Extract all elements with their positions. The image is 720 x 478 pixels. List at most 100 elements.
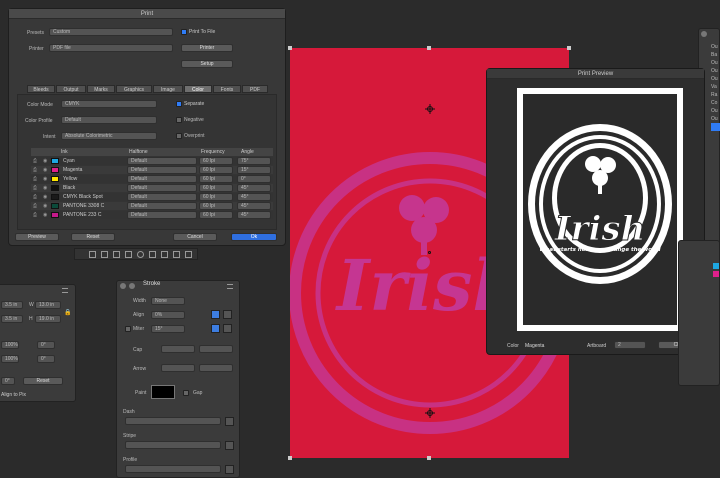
ink-row[interactable]: ⎙ ◉ PANTONE 233 C Default 60 lpi 45° <box>31 211 273 219</box>
print-toggle-icon[interactable]: ⎙ <box>33 193 37 201</box>
rotate-field[interactable]: 0° <box>37 341 55 349</box>
scale-y-field[interactable]: 100% <box>1 355 19 363</box>
tab-graphics[interactable]: Graphics <box>116 85 152 93</box>
clip-icon[interactable] <box>113 251 120 258</box>
preview-button[interactable]: Preview <box>15 233 59 241</box>
shear-field[interactable]: 0° <box>37 355 55 363</box>
new-layer-icon[interactable] <box>161 251 168 258</box>
close-icon[interactable] <box>120 283 126 289</box>
selection-handle[interactable] <box>427 46 431 50</box>
eye-icon[interactable]: ◉ <box>43 175 47 183</box>
stripe-options-icon[interactable] <box>225 441 234 450</box>
align-outside-icon[interactable] <box>223 310 232 319</box>
overprint-checkbox[interactable] <box>176 133 182 139</box>
angle-field[interactable]: 0° <box>1 377 15 385</box>
trash-icon[interactable] <box>185 251 192 258</box>
frequency-field[interactable]: 60 lpi <box>199 202 233 210</box>
color-profile-select[interactable]: Default <box>61 116 157 124</box>
cancel-button[interactable]: Cancel <box>173 233 217 241</box>
eye-icon[interactable]: ◉ <box>43 202 47 210</box>
gap-checkbox[interactable] <box>183 390 189 396</box>
angle-field[interactable]: 0° <box>237 175 271 183</box>
paint-swatch[interactable] <box>151 385 175 399</box>
tab-color[interactable]: Color <box>184 85 212 93</box>
artboard-stepper[interactable]: 2 <box>614 341 646 349</box>
color-chip[interactable] <box>713 271 719 277</box>
arrow-end-select[interactable] <box>199 364 233 372</box>
reset-button[interactable]: Reset <box>71 233 115 241</box>
eye-icon[interactable]: ◉ <box>43 166 47 174</box>
reset-button[interactable]: Reset <box>23 377 63 385</box>
presets-select[interactable]: Custom <box>49 28 173 36</box>
duplicate-icon[interactable] <box>149 251 156 258</box>
halftone-select[interactable]: Default <box>127 166 197 174</box>
frequency-field[interactable]: 60 lpi <box>199 211 233 219</box>
print-toggle-icon[interactable]: ⎙ <box>33 211 37 219</box>
ink-row[interactable]: ⎙ ◉ CMYK Black Spot Default 60 lpi 45° <box>31 193 273 201</box>
selection-handle[interactable] <box>567 46 571 50</box>
print-toggle-icon[interactable]: ⎙ <box>33 202 37 210</box>
halftone-select[interactable]: Default <box>127 184 197 192</box>
profile-options-icon[interactable] <box>225 465 234 474</box>
menu-icon[interactable] <box>227 284 233 289</box>
join-round-icon[interactable] <box>223 324 232 333</box>
arrow-start-select[interactable] <box>161 364 195 372</box>
color-chip[interactable] <box>713 263 719 269</box>
x-field[interactable]: 3.5 in <box>1 301 23 309</box>
halftone-select[interactable]: Default <box>127 157 197 165</box>
y-field[interactable]: 3.5 in <box>1 315 23 323</box>
frequency-field[interactable]: 60 lpi <box>199 184 233 192</box>
profile-select[interactable] <box>125 465 221 473</box>
angle-field[interactable]: 45° <box>237 184 271 192</box>
eye-icon[interactable]: ◉ <box>43 211 47 219</box>
angle-field[interactable]: 45° <box>237 202 271 210</box>
close-icon[interactable] <box>701 31 707 37</box>
eye-icon[interactable]: ◉ <box>43 157 47 165</box>
printer-button[interactable]: Printer <box>181 44 233 52</box>
angle-field[interactable]: 75° <box>237 157 271 165</box>
halftone-select[interactable]: Default <box>127 193 197 201</box>
stripe-select[interactable] <box>125 441 221 449</box>
ok-button[interactable]: Ok <box>231 233 277 241</box>
print-to-file-checkbox[interactable] <box>181 29 187 35</box>
angle-field[interactable]: 15° <box>237 166 271 174</box>
selection-handle[interactable] <box>427 456 431 460</box>
visibility-icon[interactable] <box>137 251 144 258</box>
print-toggle-icon[interactable]: ⎙ <box>33 175 37 183</box>
tab-bleeds[interactable]: Bleeds <box>27 85 55 93</box>
halftone-select[interactable]: Default <box>127 175 197 183</box>
menu-icon[interactable] <box>62 288 68 293</box>
selection-handle[interactable] <box>288 456 292 460</box>
separate-checkbox[interactable] <box>176 101 182 107</box>
print-toggle-icon[interactable]: ⎙ <box>33 184 37 192</box>
intent-select[interactable]: Absolute Colorimetric <box>61 132 157 140</box>
group-icon[interactable] <box>101 251 108 258</box>
angle-field[interactable]: 45° <box>237 193 271 201</box>
cap-end-select[interactable] <box>199 345 233 353</box>
join-miter-icon[interactable] <box>211 324 220 333</box>
setup-button[interactable]: Setup <box>181 60 233 68</box>
color-mode-select[interactable]: CMYK <box>61 100 157 108</box>
frequency-field[interactable]: 60 lpi <box>199 166 233 174</box>
printer-select[interactable]: PDF file <box>49 44 173 52</box>
miter-field[interactable]: 15° <box>151 325 185 333</box>
ink-row[interactable]: ⎙ ◉ Cyan Default 60 lpi 75° <box>31 157 273 165</box>
dash-options-icon[interactable] <box>225 417 234 426</box>
print-toggle-icon[interactable]: ⎙ <box>33 157 37 165</box>
halftone-select[interactable]: Default <box>127 202 197 210</box>
eye-icon[interactable]: ◉ <box>43 184 47 192</box>
negative-checkbox[interactable] <box>176 117 182 123</box>
layer-icon[interactable] <box>89 251 96 258</box>
tab-marks[interactable]: Marks <box>87 85 115 93</box>
frequency-field[interactable]: 60 lpi <box>199 193 233 201</box>
ink-row[interactable]: ⎙ ◉ Black Default 60 lpi 45° <box>31 184 273 192</box>
eye-icon[interactable]: ◉ <box>43 193 47 201</box>
tab-pdf[interactable]: PDF <box>242 85 268 93</box>
mask-icon[interactable] <box>125 251 132 258</box>
tab-image[interactable]: Image <box>153 85 183 93</box>
halftone-select[interactable]: Default <box>127 211 197 219</box>
ink-row[interactable]: ⎙ ◉ Magenta Default 60 lpi 15° <box>31 166 273 174</box>
width-field[interactable]: 13.0 in <box>35 301 61 309</box>
align-field[interactable]: 0% <box>151 311 185 319</box>
add-icon[interactable] <box>173 251 180 258</box>
